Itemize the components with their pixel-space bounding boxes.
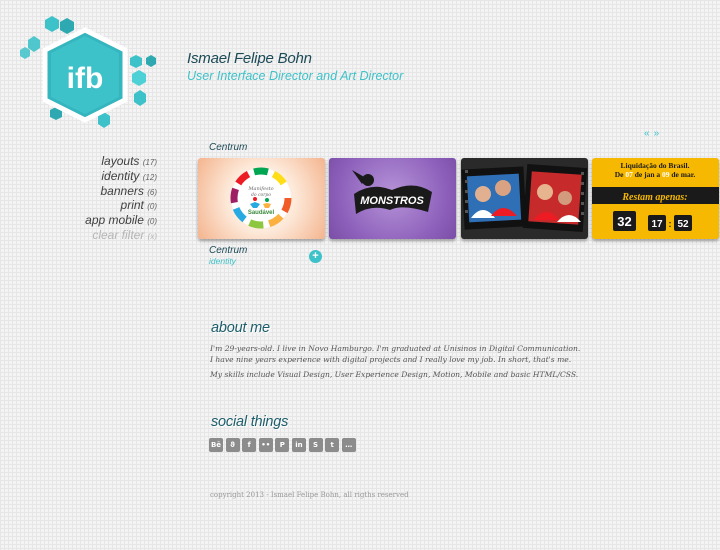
filter-label: identity: [101, 168, 140, 183]
portfolio-thumb-manifesto[interactable]: Manifesto do corpo Saudável: [198, 158, 325, 239]
promo-banner: Restam apenas:: [621, 192, 687, 203]
manifesto-line2: do corpo: [251, 192, 271, 198]
behance-icon[interactable]: Bē: [209, 438, 223, 452]
filter-count: (0): [147, 202, 157, 212]
filter-label: layouts: [101, 154, 140, 168]
delicious-icon[interactable]: ϑ: [225, 438, 240, 452]
about-paragraph-1: I'm 29-years-old. I live in Novo Hamburg…: [210, 344, 581, 364]
filter-banners[interactable]: banners (6): [37, 183, 158, 200]
monstros-text: MONSTROS: [360, 195, 424, 207]
countdown-minutes: 52: [677, 219, 689, 230]
manifesto-line3: Saudável: [248, 210, 275, 216]
countdown-hours: 17: [651, 219, 663, 230]
social-links: Bē ϑ f •• P in S t …: [209, 438, 358, 452]
slider-next-button[interactable]: »: [654, 128, 660, 139]
project-details-button[interactable]: +: [309, 250, 322, 263]
pinterest-icon[interactable]: P: [275, 438, 290, 452]
promo-line2: De 07 de jan a 09 de mar.: [615, 170, 696, 179]
site-owner-name[interactable]: Ismael Felipe Bohn: [187, 50, 312, 67]
project-heading: Centrum: [209, 142, 248, 153]
filter-count: (0): [147, 217, 157, 227]
filter-count: (12): [142, 172, 157, 182]
about-heading: about me: [211, 320, 270, 336]
chat-icon[interactable]: …: [341, 438, 356, 452]
portfolio-thumb-photos[interactable]: [461, 158, 588, 239]
filter-count: (x): [147, 231, 157, 241]
copyright-text: copyright 2013 - Ismael Felipe Bohn, all…: [210, 491, 409, 499]
svg-text::: :: [669, 219, 672, 229]
social-heading: social things: [211, 414, 289, 430]
filter-app-mobile[interactable]: app mobile (0): [37, 214, 157, 229]
filter-count: (6): [147, 187, 157, 197]
logo[interactable]: ifb: [14, 14, 160, 132]
filter-identity[interactable]: identity (12): [37, 168, 157, 185]
filter-nav: layouts (17) identity (12) banners (6) p…: [37, 155, 157, 244]
facebook-icon[interactable]: f: [242, 438, 257, 452]
filter-layouts[interactable]: layouts (17): [37, 155, 157, 170]
promo-line1: Liquidação do Brasil.: [621, 161, 690, 170]
filter-count: (17): [142, 158, 157, 167]
countdown-days: 32: [617, 214, 631, 229]
logo-text: ifb: [67, 62, 104, 95]
slider-arrows: «»: [644, 128, 663, 139]
slider-prev-button[interactable]: «: [644, 128, 650, 139]
linkedin-icon[interactable]: in: [291, 438, 306, 452]
project-caption-category: identity: [209, 256, 236, 266]
filter-label: app mobile: [85, 213, 144, 228]
project-caption-title[interactable]: Centrum: [209, 245, 247, 256]
portfolio-thumb-liquidacao[interactable]: Liquidação do Brasil. De 07 de jan a 09 …: [592, 158, 719, 239]
site-owner-role: User Interface Director and Art Director: [187, 69, 404, 83]
about-paragraph-2: My skills include Visual Design, User Ex…: [210, 370, 579, 379]
flickr-icon[interactable]: ••: [258, 438, 273, 452]
clear-filter-link[interactable]: clear filter (x): [37, 229, 157, 244]
filter-label: clear filter: [92, 227, 145, 242]
filter-label: banners: [100, 183, 144, 198]
portfolio-thumb-monstros[interactable]: MONSTROS: [329, 158, 456, 239]
twitter-icon[interactable]: t: [325, 438, 340, 452]
filter-print[interactable]: print (0): [37, 199, 157, 214]
skype-icon[interactable]: S: [308, 438, 323, 452]
manifesto-line1: Manifesto: [247, 186, 273, 192]
filter-label: print: [120, 198, 144, 213]
